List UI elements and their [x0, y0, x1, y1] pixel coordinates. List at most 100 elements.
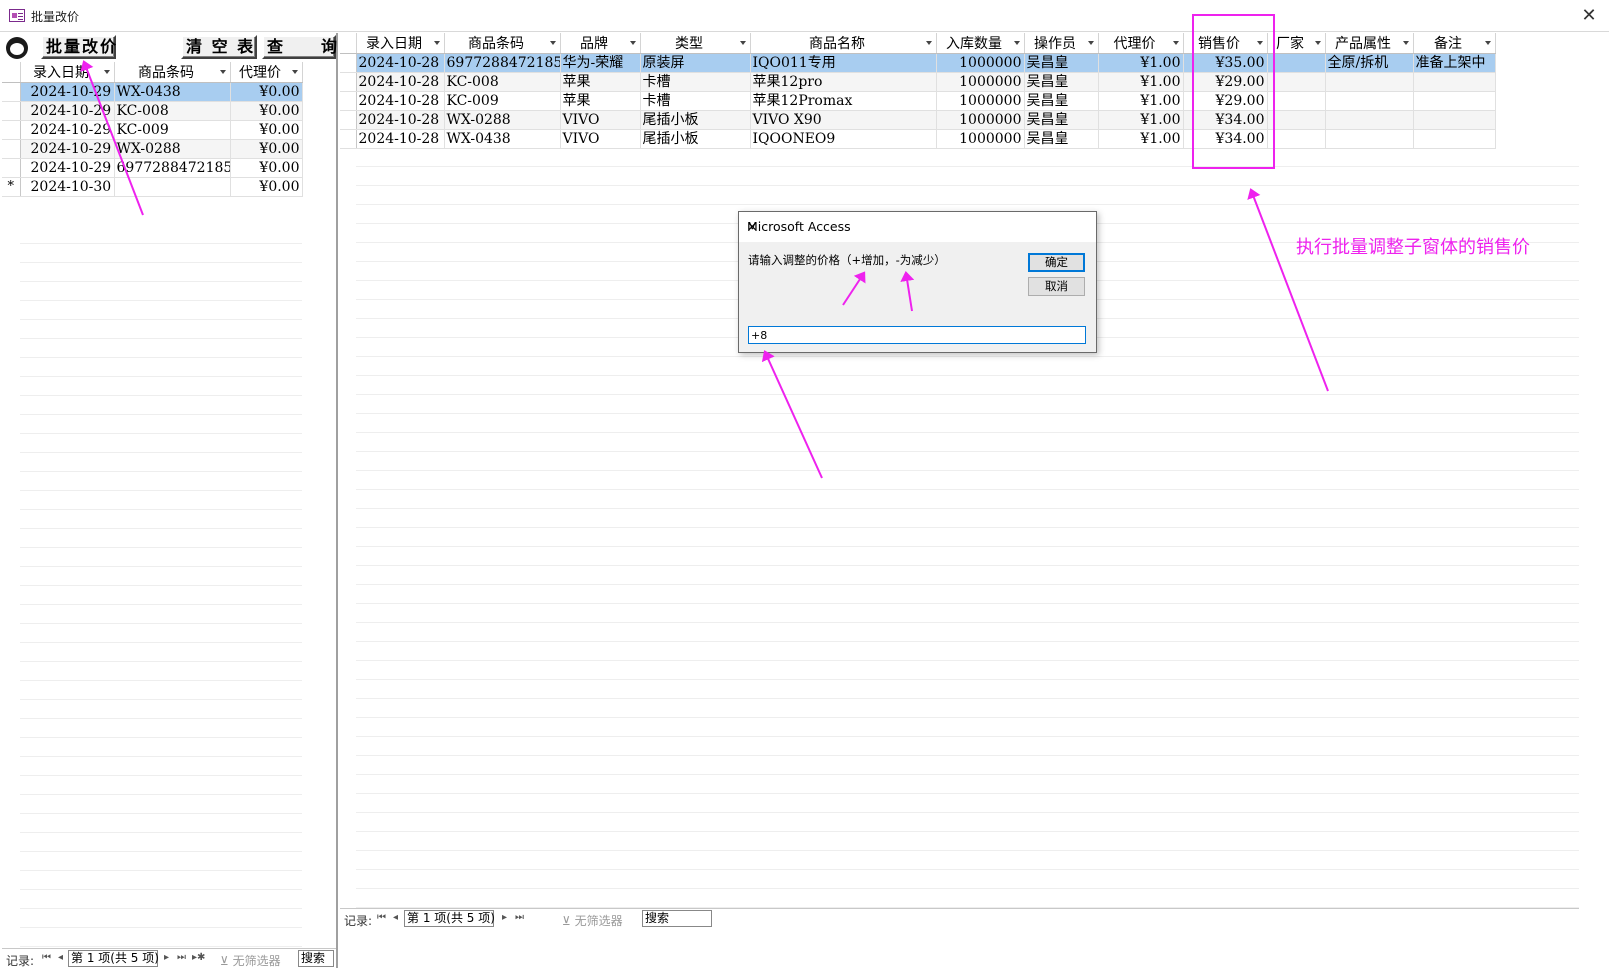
column-header[interactable]: 品牌 — [560, 33, 641, 54]
first-record-icon[interactable]: ⏮ — [42, 952, 51, 963]
cell-barcode[interactable] — [114, 177, 231, 197]
table-cell[interactable]: 原装屏 — [640, 53, 751, 73]
first-record-icon[interactable]: ⏮ — [377, 912, 386, 923]
row-selector[interactable] — [340, 53, 357, 73]
table-row[interactable]: 2024-10-28 6977288472185 华为-荣耀 原装屏 IQO011专用 1… — [340, 53, 1496, 73]
table-cell[interactable]: KC-008 — [444, 72, 561, 92]
row-selector[interactable] — [340, 129, 357, 149]
select-all-corner[interactable] — [340, 33, 357, 54]
table-cell[interactable] — [1325, 110, 1414, 130]
table-row[interactable]: 2024-10-28 KC-009 苹果 卡槽 苹果12Promax 1000000 吴昌皇… — [340, 91, 1496, 111]
table-cell[interactable]: VIVO — [560, 110, 641, 130]
table-cell[interactable]: 华为-荣耀 — [560, 53, 641, 73]
table-cell[interactable]: 准备上架中 — [1413, 53, 1496, 73]
search-input[interactable]: 搜索 — [642, 910, 712, 927]
table-cell[interactable] — [1413, 72, 1496, 92]
column-header[interactable]: 入库数量 — [936, 33, 1025, 54]
column-header[interactable]: 产品属性 — [1325, 33, 1414, 54]
table-row[interactable]: 2024-10-28 WX-0288 VIVO 尾插小板 VIVO X90 1000000… — [340, 110, 1496, 130]
cell-agent-price[interactable]: ¥0.00 — [230, 158, 303, 178]
dropdown-arrow-icon[interactable] — [739, 41, 746, 45]
no-filter-indicator[interactable]: ⊻ 无筛选器 — [220, 952, 281, 968]
table-cell[interactable]: 1000000 — [936, 53, 1025, 73]
cell-date[interactable]: 2024-10-30 — [20, 177, 115, 197]
table-row[interactable]: 2024-10-29 WX-0438 ¥0.00 — [2, 82, 303, 102]
table-cell[interactable]: 全原/拆机 — [1325, 53, 1414, 73]
dropdown-arrow-icon[interactable] — [291, 70, 298, 74]
table-cell[interactable]: ¥1.00 — [1098, 72, 1184, 92]
cell-date[interactable]: 2024-10-29 — [20, 139, 115, 159]
table-cell[interactable]: ¥1.00 — [1098, 91, 1184, 111]
row-selector[interactable] — [340, 72, 357, 92]
search-input[interactable]: 搜索 — [298, 950, 334, 967]
dropdown-arrow-icon[interactable] — [1402, 41, 1409, 45]
table-row[interactable]: 2024-10-28 KC-008 苹果 卡槽 苹果12pro 1000000 吴昌皇 ¥1.… — [340, 72, 1496, 92]
column-header[interactable]: 录入日期 — [20, 62, 115, 83]
column-header[interactable]: 商品条码 — [114, 62, 231, 83]
record-icon[interactable] — [6, 37, 28, 59]
table-cell[interactable] — [1413, 91, 1496, 111]
cell-barcode[interactable]: WX-0288 — [114, 139, 231, 159]
column-header[interactable]: 备注 — [1413, 33, 1496, 54]
table-row[interactable]: 2024-10-28 WX-0438 VIVO 尾插小板 IQOONEO9 1000000… — [340, 129, 1496, 149]
column-header[interactable]: 代理价 — [230, 62, 303, 83]
dropdown-arrow-icon[interactable] — [629, 41, 636, 45]
row-selector[interactable] — [340, 110, 357, 130]
table-cell[interactable]: 2024-10-28 — [356, 72, 445, 92]
cell-agent-price[interactable]: ¥0.00 — [230, 82, 303, 102]
dropdown-arrow-icon[interactable] — [549, 41, 556, 45]
table-row[interactable]: 2024-10-29 6977288472185 ¥0.00 — [2, 158, 303, 178]
record-position[interactable]: 第 1 项(共 5 项) — [404, 910, 495, 927]
table-cell[interactable] — [1325, 91, 1414, 111]
cell-date[interactable]: 2024-10-29 — [20, 101, 115, 121]
ok-button[interactable]: 确定 — [1028, 253, 1085, 272]
dropdown-arrow-icon[interactable] — [1087, 41, 1094, 45]
dropdown-arrow-icon[interactable] — [219, 70, 226, 74]
cell-barcode[interactable]: WX-0438 — [114, 82, 231, 102]
row-selector[interactable] — [2, 101, 21, 121]
select-all-corner[interactable] — [2, 62, 21, 83]
table-cell[interactable]: 1000000 — [936, 129, 1025, 149]
table-cell[interactable]: 2024-10-28 — [356, 110, 445, 130]
dropdown-arrow-icon[interactable] — [103, 70, 110, 74]
column-header[interactable]: 操作员 — [1024, 33, 1099, 54]
table-cell[interactable]: 吴昌皇 — [1024, 72, 1099, 92]
table-cell[interactable] — [1325, 129, 1414, 149]
table-cell[interactable]: 2024-10-28 — [356, 129, 445, 149]
table-cell[interactable]: ¥1.00 — [1098, 129, 1184, 149]
prev-record-icon[interactable]: ◂ — [393, 912, 398, 923]
row-selector[interactable] — [2, 120, 21, 140]
table-cell[interactable]: 6977288472185 — [444, 53, 561, 73]
table-cell[interactable]: 尾插小板 — [640, 129, 751, 149]
table-cell[interactable]: 尾插小板 — [640, 110, 751, 130]
table-cell[interactable] — [1267, 72, 1326, 92]
column-header[interactable]: 商品条码 — [444, 33, 561, 54]
last-record-icon[interactable]: ⏭ — [515, 912, 524, 923]
column-header[interactable]: 类型 — [640, 33, 751, 54]
cell-agent-price[interactable]: ¥0.00 — [230, 101, 303, 121]
column-header[interactable]: 厂家 — [1267, 33, 1326, 54]
new-record-icon[interactable]: ▸✱ — [192, 952, 205, 963]
record-position[interactable]: 第 1 项(共 5 项) — [68, 950, 159, 967]
table-cell[interactable]: 1000000 — [936, 110, 1025, 130]
no-filter-indicator[interactable]: ⊻ 无筛选器 — [562, 912, 623, 929]
column-header[interactable]: 录入日期 — [356, 33, 445, 54]
table-cell[interactable]: 苹果 — [560, 91, 641, 111]
cancel-button[interactable]: 取消 — [1028, 277, 1085, 296]
table-cell[interactable] — [1267, 129, 1326, 149]
dropdown-arrow-icon[interactable] — [433, 41, 440, 45]
cell-barcode[interactable]: KC-009 — [114, 120, 231, 140]
table-cell[interactable] — [1413, 110, 1496, 130]
table-cell[interactable]: WX-0438 — [444, 129, 561, 149]
table-cell[interactable]: WX-0288 — [444, 110, 561, 130]
table-cell[interactable]: 2024-10-28 — [356, 91, 445, 111]
table-cell[interactable] — [1413, 129, 1496, 149]
table-cell[interactable]: 苹果12Promax — [750, 91, 937, 111]
column-header[interactable]: 代理价 — [1098, 33, 1184, 54]
cell-barcode[interactable]: KC-008 — [114, 101, 231, 121]
table-cell[interactable]: 苹果 — [560, 72, 641, 92]
row-selector[interactable] — [340, 91, 357, 111]
cell-barcode[interactable]: 6977288472185 — [114, 158, 231, 178]
next-record-icon[interactable]: ▸ — [502, 912, 507, 923]
table-cell[interactable]: 吴昌皇 — [1024, 129, 1099, 149]
